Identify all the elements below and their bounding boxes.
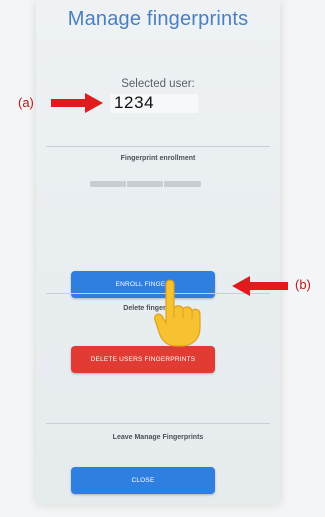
device-screen: Manage fingerprints Selected user: 1234 … <box>36 0 280 505</box>
progress-segment <box>90 181 126 187</box>
close-button[interactable]: CLOSE <box>71 467 215 494</box>
progress-segment <box>164 181 201 187</box>
arrow-left-icon <box>232 276 288 296</box>
divider <box>46 146 270 147</box>
annotation-a-label: (a) <box>18 95 34 110</box>
leave-manage-fingerprints-label: Leave Manage Fingerprints <box>112 434 204 441</box>
progress-segment <box>127 181 163 187</box>
pointing-hand-icon <box>154 279 201 347</box>
page-title: Manage fingerprints <box>67 8 249 30</box>
selected-user-value: 1234 <box>114 93 155 112</box>
arrow-right-icon <box>51 93 103 113</box>
delete-users-fingerprints-button[interactable]: DELETE USERS FINGERPRINTS <box>71 346 215 373</box>
enrollment-label: Fingerprint enrollment <box>120 155 196 162</box>
selected-user-label: Selected user: <box>121 78 195 90</box>
divider <box>46 423 270 424</box>
annotation-b-label: (b) <box>295 277 311 292</box>
